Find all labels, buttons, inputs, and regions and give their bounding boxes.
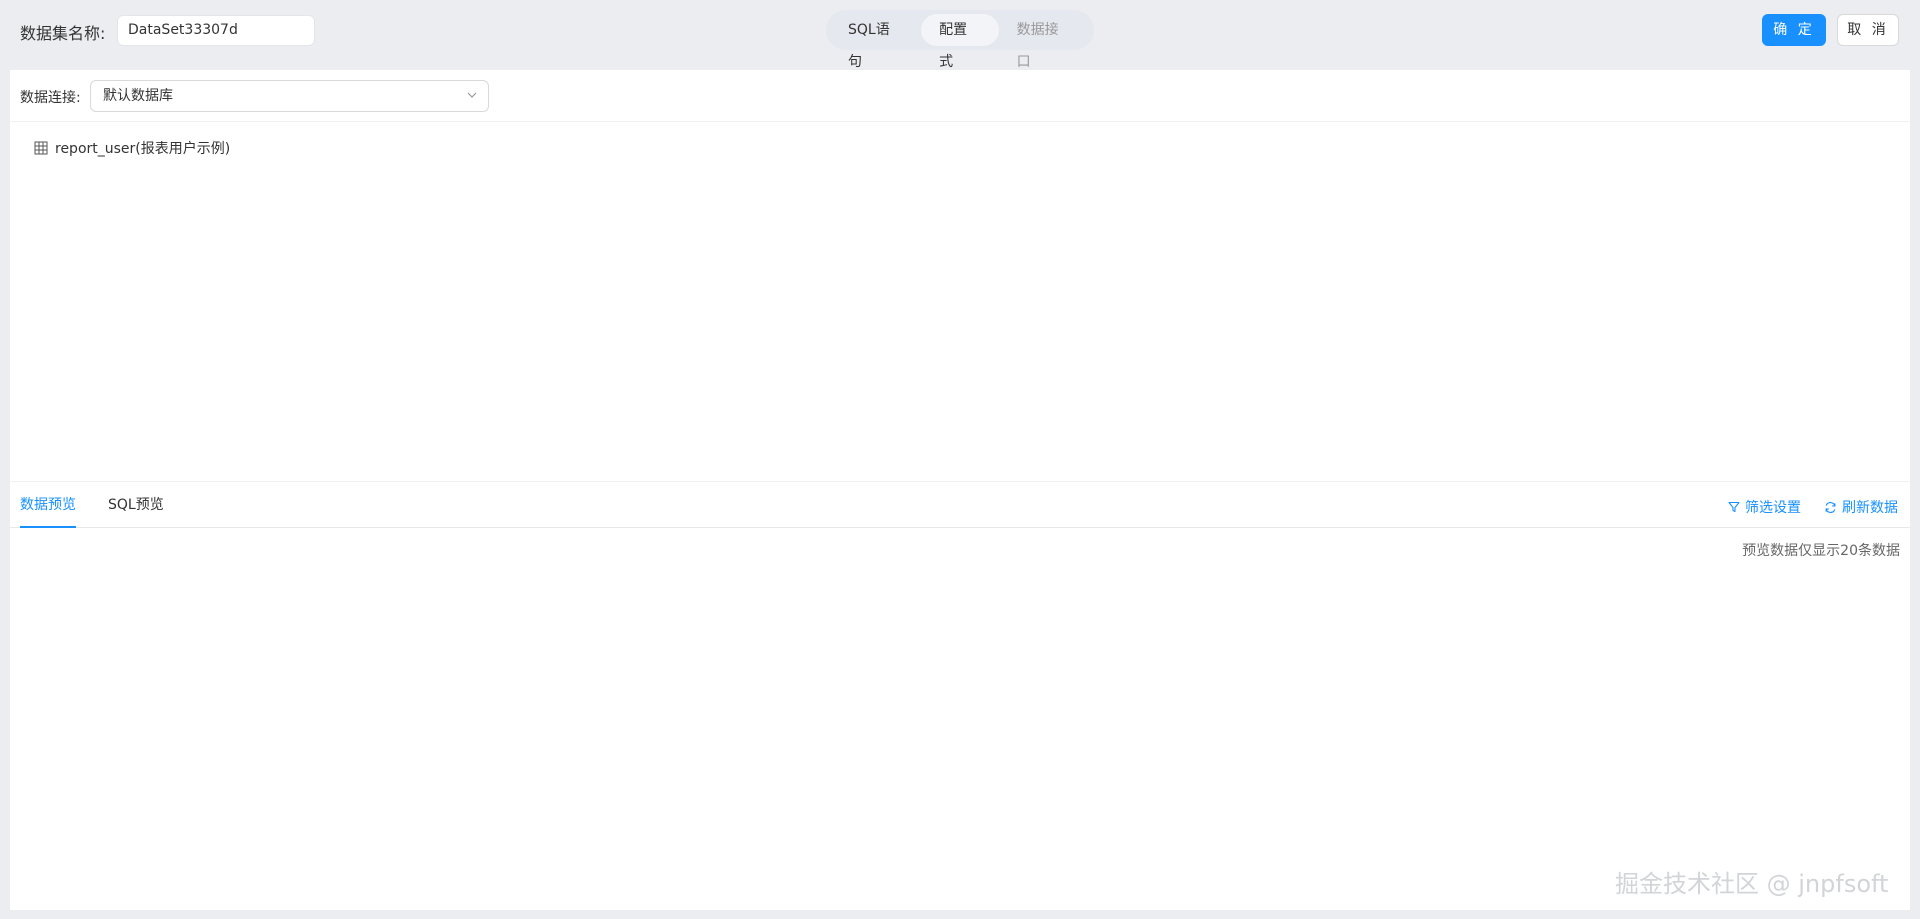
- tree-item-report-user[interactable]: report_user(报表用户示例): [34, 138, 230, 158]
- connection-row: 数据连接: 默认数据库: [10, 70, 1910, 122]
- preview-tabs: 数据预览 SQL预览 筛选设置 刷新数据: [10, 482, 1910, 528]
- tab-sql-preview[interactable]: SQL预览: [108, 482, 164, 528]
- tab-data-preview[interactable]: 数据预览: [20, 482, 76, 528]
- table-icon: [34, 141, 48, 155]
- refresh-data-label: 刷新数据: [1842, 500, 1898, 516]
- dataset-name-input[interactable]: DataSet33307d: [117, 15, 315, 46]
- watermark: 掘金技术社区 @ jnpfsoft: [1615, 870, 1889, 898]
- main-panel: 数据连接: 默认数据库 report_user(报表用户示例) 数据预览 SQL…: [10, 70, 1910, 910]
- chevron-down-icon: [467, 92, 477, 98]
- filter-settings-label: 筛选设置: [1745, 500, 1801, 516]
- filter-settings-button[interactable]: 筛选设置: [1728, 497, 1801, 517]
- mode-config[interactable]: 配置式: [921, 14, 999, 70]
- top-bar: 数据集名称: DataSet33307d SQL语句 配置式 数据接口 确 定 …: [0, 0, 1920, 70]
- refresh-icon: [1825, 501, 1836, 513]
- mode-data-api[interactable]: 数据接口: [999, 14, 1090, 70]
- confirm-button[interactable]: 确 定: [1762, 14, 1826, 46]
- mode-sql[interactable]: SQL语句: [830, 14, 921, 70]
- refresh-data-button[interactable]: 刷新数据: [1824, 497, 1898, 517]
- mode-switch: SQL语句 配置式 数据接口: [826, 10, 1094, 70]
- filter-icon: [1728, 501, 1740, 513]
- cancel-button[interactable]: 取 消: [1837, 14, 1899, 46]
- connection-selected-value: 默认数据库: [103, 88, 173, 104]
- connection-label: 数据连接:: [20, 90, 81, 106]
- preview-note: 预览数据仅显示20条数据: [1742, 543, 1900, 559]
- dataset-name-label: 数据集名称:: [20, 24, 106, 43]
- connection-select[interactable]: 默认数据库: [90, 80, 489, 112]
- tree-item-label: report_user(报表用户示例): [55, 141, 231, 157]
- table-tree: report_user(报表用户示例): [10, 122, 1910, 482]
